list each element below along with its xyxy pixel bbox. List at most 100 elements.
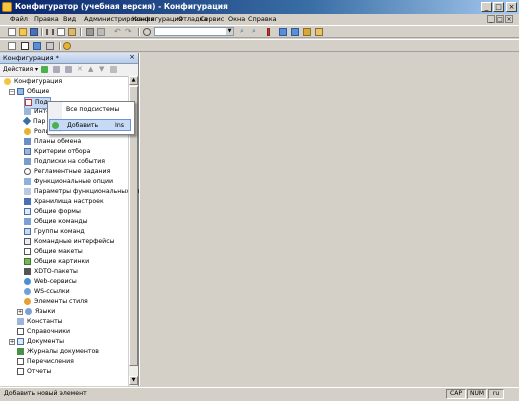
tree-item-constants[interactable]: Константы xyxy=(17,317,63,327)
tree-item-journals[interactable]: Журналы документов xyxy=(17,347,99,357)
find-prev-icon[interactable]: ⌕ xyxy=(252,28,260,36)
search-icon[interactable] xyxy=(143,28,151,36)
scroll-down-icon[interactable]: ▼ xyxy=(129,376,138,385)
minimize-button[interactable]: _ xyxy=(481,2,492,12)
menu-service[interactable]: Сервис xyxy=(200,15,224,23)
expand-icon[interactable]: + xyxy=(9,339,15,345)
tree-item-languages[interactable]: Языки xyxy=(25,307,55,317)
tree-item[interactable]: Хранилища настроек xyxy=(24,197,104,207)
tree-item[interactable]: Элементы стиля xyxy=(24,297,88,307)
tree-item-reports[interactable]: Отчеты xyxy=(17,367,51,377)
menu-windows[interactable]: Окна xyxy=(228,15,245,23)
tree-item-catalogs[interactable]: Справочники xyxy=(17,327,70,337)
add-child-icon[interactable] xyxy=(53,66,60,73)
mdi-close-button[interactable]: × xyxy=(505,15,513,23)
paste-icon[interactable] xyxy=(68,28,76,36)
close-button[interactable]: × xyxy=(506,2,517,12)
menu-config[interactable]: Конфигурация xyxy=(132,15,183,23)
journal-icon xyxy=(17,347,24,355)
interface-icon xyxy=(24,107,31,115)
move-up-icon[interactable]: ▲ xyxy=(88,66,95,73)
tree-item[interactable]: Общие макеты xyxy=(24,247,83,257)
delete-icon[interactable]: ✕ xyxy=(77,66,84,73)
tool-icon[interactable] xyxy=(303,28,311,36)
save-icon[interactable] xyxy=(30,28,38,36)
undo-icon[interactable]: ↶ xyxy=(114,28,122,36)
tree-item[interactable]: Пар xyxy=(22,116,45,127)
tree-item[interactable]: WS-ссылки xyxy=(24,287,70,297)
tree-item[interactable]: Функциональные опции xyxy=(24,177,113,187)
menu-view[interactable]: Вид xyxy=(63,15,76,23)
search-combobox[interactable]: ▼ xyxy=(154,27,234,36)
panel-title: Конфигурация * xyxy=(3,54,59,62)
collapse-icon[interactable]: − xyxy=(9,89,15,95)
mdi-restore-button[interactable]: □ xyxy=(496,15,504,23)
tree-item-common[interactable]: Общие xyxy=(17,87,49,97)
common-icon xyxy=(17,87,24,95)
tree-item-enums[interactable]: Перечисления xyxy=(17,357,74,367)
update-icon[interactable] xyxy=(33,42,41,50)
menu-edit[interactable]: Правка xyxy=(34,15,59,23)
open-icon[interactable] xyxy=(19,28,27,36)
menu-item-add[interactable]: Добавить Ins xyxy=(49,119,131,131)
goto-icon[interactable] xyxy=(279,28,287,36)
add-icon[interactable] xyxy=(41,66,48,73)
add-icon xyxy=(52,122,59,129)
command-icon xyxy=(24,217,31,225)
goto-icon[interactable] xyxy=(291,28,299,36)
cap-indicator: CAP xyxy=(446,389,466,399)
redo-icon[interactable]: ↷ xyxy=(125,28,133,36)
tree-item[interactable]: Планы обмена xyxy=(24,137,81,147)
tree-item[interactable]: Группы команд xyxy=(24,227,85,237)
config-toolbar xyxy=(0,39,519,52)
tree-item[interactable]: Общие формы xyxy=(24,207,81,217)
chevron-down-icon[interactable]: ▼ xyxy=(226,28,233,35)
tree-item[interactable]: Критерии отбора xyxy=(24,147,90,157)
tree-item[interactable]: Командные интерфейсы xyxy=(24,237,114,247)
close-icon[interactable]: × xyxy=(129,53,135,61)
filter-icon xyxy=(24,147,31,155)
config-icon xyxy=(4,77,11,85)
workspace-area xyxy=(139,53,519,386)
tree-item[interactable]: Роли xyxy=(24,127,50,137)
find-next-icon[interactable]: ⌕ xyxy=(240,28,248,36)
edit-icon[interactable] xyxy=(21,42,29,50)
tool-icon[interactable] xyxy=(315,28,323,36)
move-down-icon[interactable]: ▼ xyxy=(99,66,106,73)
mdi-minimize-button[interactable]: _ xyxy=(487,15,495,23)
tree-item[interactable]: Подписки на события xyxy=(24,157,105,167)
preview-icon[interactable] xyxy=(97,28,105,36)
tree-item[interactable]: Общие команды xyxy=(24,217,88,227)
title-bar: Конфигуратор (учебная версия) - Конфигур… xyxy=(0,0,519,14)
cut-icon[interactable] xyxy=(46,29,54,35)
command-group-icon xyxy=(24,227,31,235)
print-icon[interactable] xyxy=(86,28,94,36)
style-icon xyxy=(24,297,31,305)
menu-item-all-subsystems[interactable]: Все подсистемы xyxy=(48,104,132,116)
new-icon[interactable] xyxy=(8,28,16,36)
option-param-icon xyxy=(24,187,31,195)
tree-root[interactable]: Конфигурация xyxy=(4,77,62,87)
maximize-button[interactable]: □ xyxy=(493,2,504,12)
expand-icon[interactable]: + xyxy=(17,309,23,315)
copy-icon[interactable] xyxy=(57,28,65,36)
tree-item[interactable]: Общие картинки xyxy=(24,257,89,267)
parameter-icon xyxy=(22,116,32,126)
scroll-up-icon[interactable]: ▲ xyxy=(129,76,138,85)
sort-icon[interactable] xyxy=(110,66,117,73)
command-interface-icon xyxy=(24,237,31,245)
language-indicator: ru xyxy=(488,389,504,399)
window-icon[interactable] xyxy=(46,42,54,50)
menu-file[interactable]: Файл xyxy=(10,15,28,23)
app-icon xyxy=(2,2,12,12)
tree-item-documents[interactable]: Документы xyxy=(17,337,64,347)
tree-item[interactable]: XDTO-пакеты xyxy=(24,267,78,277)
tree-item[interactable]: Web-сервисы xyxy=(24,277,77,287)
menu-help[interactable]: Справка xyxy=(248,15,277,23)
config-window-icon[interactable] xyxy=(8,42,16,50)
actions-button[interactable]: Действия ▾ xyxy=(3,66,38,73)
bookmark-icon[interactable] xyxy=(267,28,270,36)
tree-item[interactable]: Регламентные задания xyxy=(24,167,110,177)
copy-icon[interactable] xyxy=(65,66,72,73)
run-icon[interactable] xyxy=(63,42,71,50)
